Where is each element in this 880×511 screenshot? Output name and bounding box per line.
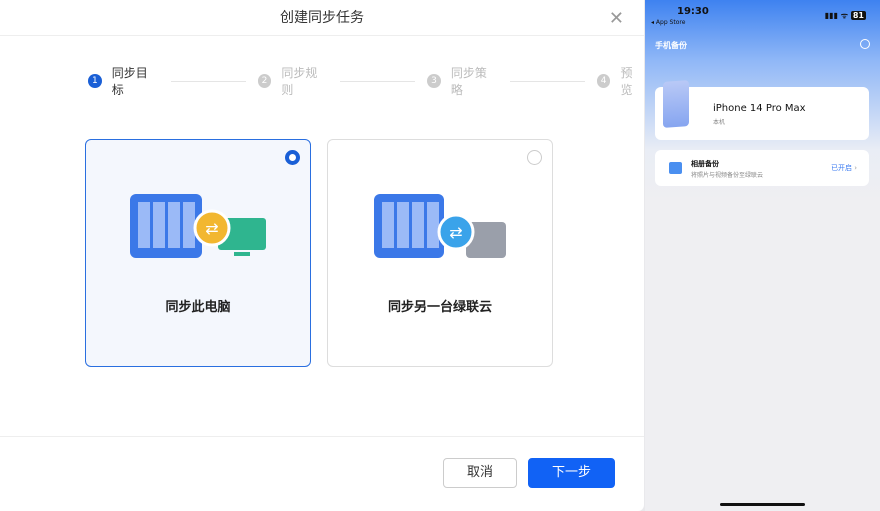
option-label: 同步此电脑: [165, 300, 231, 315]
home-indicator: [720, 503, 805, 506]
album-backup-row[interactable]: 相册备份 将照片与视频备份至绿联云 已开启 ›: [655, 150, 869, 186]
step-divider: [340, 80, 416, 82]
create-sync-dialog: 创建同步任务 ✕ 1 同步目标 2 同步规则 3 同步策略 4 预览 ⇄ 同步此电脑 ⇄…: [0, 0, 644, 511]
footer-divider: [0, 436, 644, 437]
close-icon[interactable]: ✕: [609, 8, 624, 29]
battery-level: 81: [850, 11, 866, 20]
step-3: 3 同步策略: [427, 64, 498, 98]
phone-title: 手机备份: [655, 41, 687, 50]
step-2: 2 同步规则: [257, 64, 329, 98]
step-1: 1 同步目标: [88, 64, 159, 98]
row-title: 相册备份: [691, 160, 719, 168]
cancel-button[interactable]: 取消: [443, 458, 517, 488]
nas-to-nas-illustration: ⇄: [374, 194, 506, 258]
device-card: iPhone 14 Pro Max 本机: [655, 80, 869, 140]
phone-icon: [663, 80, 689, 128]
next-button[interactable]: 下一步: [528, 458, 615, 488]
option-sync-another-nas[interactable]: ⇄ 同步另一台绿联云: [327, 139, 553, 367]
step-divider: [170, 80, 246, 82]
settings-icon[interactable]: [860, 39, 870, 49]
radio-selected[interactable]: [285, 150, 300, 165]
device-sub: 本机: [713, 119, 726, 126]
status-text: 已开启: [830, 164, 852, 172]
step-label: 预览: [620, 66, 633, 97]
option-label: 同步另一台绿联云: [387, 300, 492, 315]
step-number: 2: [257, 74, 272, 88]
phone-screen: 19:30 ◂ App Store ▮▮▮ ᯤ 81 手机备份 iPhone 1…: [645, 0, 880, 511]
svg-text:⇄: ⇄: [449, 223, 462, 242]
step-label: 同步目标: [111, 66, 148, 97]
device-name: iPhone 14 Pro Max: [713, 103, 806, 114]
svg-text:⇄: ⇄: [205, 219, 218, 238]
status-time: 19:30: [677, 6, 709, 17]
radio-unselected[interactable]: [527, 150, 542, 165]
step-number: 3: [427, 74, 441, 88]
back-to-app-store[interactable]: ◂ App Store: [651, 19, 685, 26]
nas-to-pc-illustration: ⇄: [130, 194, 266, 258]
option-sync-this-pc[interactable]: ⇄ 同步此电脑: [85, 139, 311, 367]
row-sub: 将照片与视频备份至绿联云: [691, 172, 764, 179]
step-4: 4 预览: [596, 64, 644, 98]
step-divider: [509, 80, 585, 82]
photo-icon: [669, 162, 682, 174]
step-number: 1: [88, 74, 102, 88]
status-icons: ▮▮▮ ᯤ 81: [824, 11, 866, 20]
dialog-title: 创建同步任务: [0, 0, 644, 36]
step-label: 同步策略: [450, 66, 487, 97]
step-number: 4: [596, 74, 611, 88]
chevron-right-icon: ›: [854, 164, 857, 172]
row-status: 已开启 ›: [831, 163, 857, 173]
stepper: 1 同步目标 2 同步规则 3 同步策略 4 预览: [88, 64, 644, 98]
step-label: 同步规则: [281, 66, 318, 97]
